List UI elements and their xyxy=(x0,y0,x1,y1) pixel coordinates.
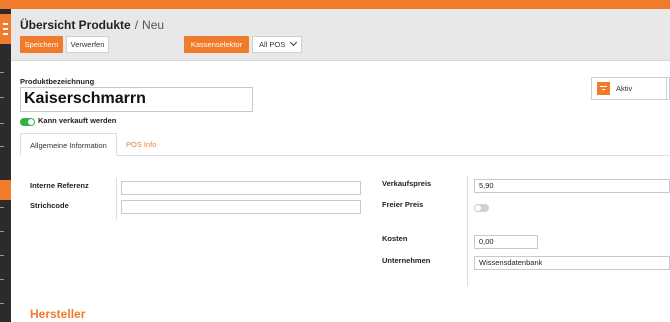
breadcrumb: Übersicht Produkte / Neu xyxy=(20,18,164,32)
sidebar xyxy=(0,9,11,322)
breadcrumb-current: Neu xyxy=(142,18,165,32)
product-name-label: Produktbezeichnung xyxy=(20,77,95,86)
product-name-value: Kaiserschmarrn xyxy=(24,90,146,107)
chevron-down-icon xyxy=(289,38,298,47)
company-input[interactable]: Wissensdatenbank xyxy=(474,256,670,270)
archive-icon xyxy=(597,82,610,95)
sidebar-item[interactable] xyxy=(0,255,4,256)
barcode-label: Strichcode xyxy=(30,201,69,210)
sidebar-item[interactable] xyxy=(0,72,4,73)
control-panel: Übersicht Produkte / Neu xyxy=(11,9,670,61)
field-divider xyxy=(116,178,117,220)
pos-select[interactable]: All POS xyxy=(252,36,302,53)
sale-price-input[interactable]: 5,90 xyxy=(474,179,670,193)
can-sell-label: Kann verkauft werden xyxy=(38,116,117,125)
menu-icon[interactable] xyxy=(0,14,11,44)
tab-pos-info[interactable]: POS Info xyxy=(126,133,156,156)
tab-general-info[interactable]: Allgemeine Information xyxy=(20,133,117,156)
manufacturer-section-title: Hersteller xyxy=(30,307,86,321)
company-label: Unternehmen xyxy=(382,256,431,265)
sidebar-item[interactable] xyxy=(0,231,4,232)
field-divider xyxy=(467,176,468,286)
sidebar-item[interactable] xyxy=(0,279,4,280)
can-sell-toggle[interactable] xyxy=(20,118,35,126)
free-price-label: Freier Preis xyxy=(382,200,424,209)
product-name-field[interactable]: Kaiserschmarrn xyxy=(20,87,253,112)
sidebar-item[interactable] xyxy=(0,303,4,304)
button-divider xyxy=(666,77,667,100)
save-button[interactable]: Speichern xyxy=(20,36,63,53)
breadcrumb-separator: / xyxy=(134,18,139,32)
pos-select-value: All POS xyxy=(259,40,286,49)
sale-price-label: Verkaufspreis xyxy=(382,179,432,188)
cost-label: Kosten xyxy=(382,234,408,243)
barcode-input[interactable] xyxy=(121,200,361,214)
kassenselektor-button[interactable]: Kassenselektor xyxy=(184,36,249,53)
sidebar-item[interactable] xyxy=(0,123,4,124)
free-price-toggle[interactable] xyxy=(474,204,489,212)
internal-ref-label: Interne Referenz xyxy=(30,181,89,190)
sidebar-item[interactable] xyxy=(0,207,4,208)
breadcrumb-parent-link[interactable]: Übersicht Produkte xyxy=(20,18,131,32)
active-status-label: Aktiv xyxy=(616,84,633,93)
tab-bar-border xyxy=(20,155,670,156)
internal-ref-input[interactable] xyxy=(121,181,361,195)
top-accent-bar xyxy=(0,0,670,9)
cost-input[interactable]: 0,00 xyxy=(474,235,538,249)
sidebar-item-active[interactable] xyxy=(0,180,11,200)
sidebar-item[interactable] xyxy=(0,97,4,98)
discard-button[interactable]: Verwerfen xyxy=(66,36,109,53)
sidebar-item[interactable] xyxy=(0,146,4,147)
active-status-button[interactable]: Aktiv xyxy=(591,77,670,100)
